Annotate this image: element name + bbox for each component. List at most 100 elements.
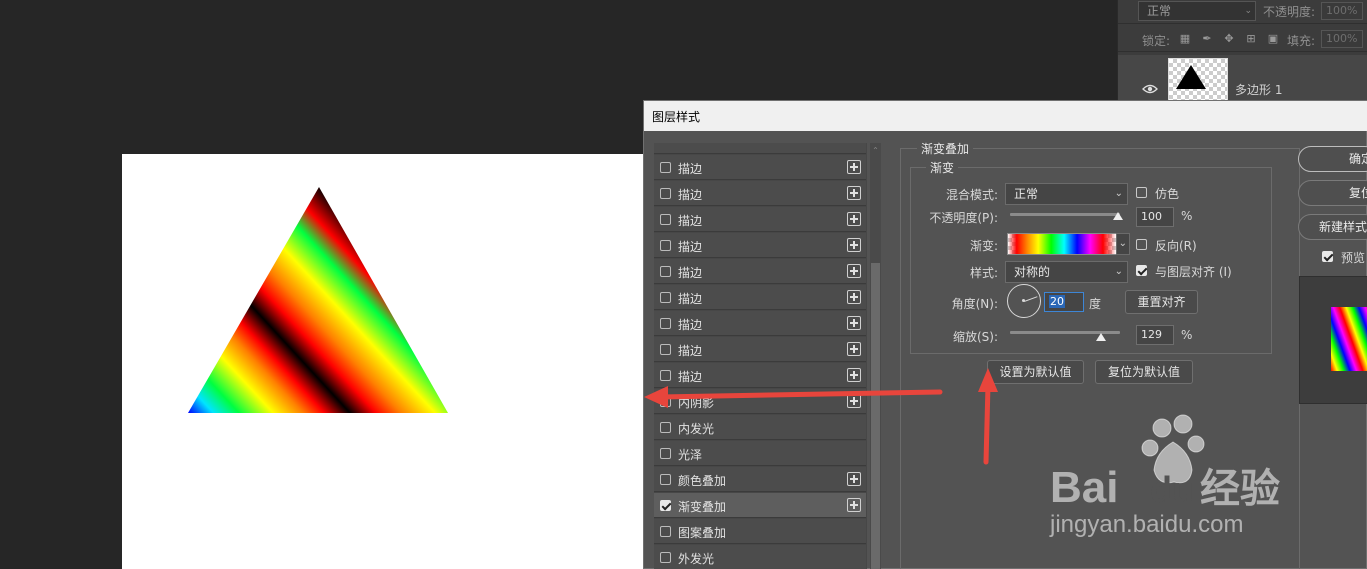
style-list-item[interactable]: 描边 — [654, 181, 866, 206]
angle-dial[interactable] — [1007, 284, 1041, 318]
chevron-down-icon: ⌄ — [1114, 188, 1123, 199]
style-list-item[interactable]: 描边 — [654, 363, 866, 388]
layer-name[interactable]: 多边形 1 — [1235, 81, 1282, 98]
opacity-input[interactable]: 100 — [1136, 207, 1174, 227]
blend-mode-select[interactable]: 正常 ⌄ — [1005, 183, 1128, 205]
ok-button[interactable]: 确定 — [1298, 146, 1367, 172]
angle-label: 角度(N): — [951, 297, 998, 311]
style-list-item-label: 描边 — [678, 292, 703, 306]
opacity-slider-thumb[interactable] — [1113, 212, 1123, 220]
add-effect-plus-icon[interactable] — [847, 186, 861, 200]
style-list-item[interactable]: 外发光 — [654, 545, 866, 569]
gradient-style-value: 对称的 — [1014, 265, 1051, 279]
opacity-slider-track[interactable] — [1010, 213, 1120, 216]
add-effect-plus-icon[interactable] — [847, 264, 861, 278]
lock-all-icon[interactable]: ▣ — [1266, 32, 1280, 46]
style-list-item-label: 描边 — [678, 162, 703, 176]
style-list-item-label: 渐变叠加 — [678, 500, 727, 514]
eye-icon[interactable] — [1142, 84, 1158, 94]
reset-button[interactable]: 复位 — [1298, 180, 1367, 206]
style-list-item[interactable]: 描边 — [654, 207, 866, 232]
scale-input[interactable]: 129 — [1136, 325, 1174, 345]
add-effect-plus-icon[interactable] — [847, 368, 861, 382]
style-enable-checkbox[interactable] — [660, 552, 671, 563]
gradient-triangle-shape — [188, 187, 448, 413]
style-enable-checkbox[interactable] — [660, 162, 671, 173]
style-enable-checkbox[interactable] — [660, 474, 671, 485]
layers-blend-mode-select[interactable]: 正常 ⌄ — [1138, 1, 1256, 21]
add-effect-plus-icon[interactable] — [847, 342, 861, 356]
add-effect-plus-icon[interactable] — [847, 394, 861, 408]
preview-checkbox[interactable] — [1322, 251, 1333, 262]
lock-artboard-icon[interactable]: ⊞ — [1244, 32, 1258, 46]
dither-checkbox[interactable] — [1136, 187, 1147, 198]
style-list-item-partial[interactable] — [654, 143, 866, 154]
gradient-label: 渐变: — [969, 239, 998, 253]
scale-percent: % — [1181, 328, 1193, 342]
style-list-item[interactable]: 内发光 — [654, 415, 866, 440]
style-enable-checkbox[interactable] — [660, 292, 671, 303]
style-enable-checkbox[interactable] — [660, 318, 671, 329]
make-default-button[interactable]: 设置为默认值 — [987, 360, 1084, 384]
add-effect-plus-icon[interactable] — [847, 316, 861, 330]
style-enable-checkbox[interactable] — [660, 448, 671, 459]
layers-opacity-label: 不透明度: — [1263, 5, 1316, 19]
angle-dial-center — [1022, 299, 1025, 302]
style-enable-checkbox[interactable] — [660, 214, 671, 225]
new-style-button[interactable]: 新建样式... — [1298, 214, 1367, 240]
reverse-checkbox[interactable] — [1136, 239, 1147, 250]
style-list-item[interactable]: 内阴影 — [654, 389, 866, 414]
lock-position-icon[interactable]: ✥ — [1222, 32, 1236, 46]
fill-input[interactable]: 100% — [1321, 30, 1363, 48]
angle-value: 20 — [1049, 295, 1065, 308]
gradient-picker-swatch[interactable] — [1007, 233, 1117, 255]
layer-thumbnail[interactable] — [1168, 58, 1228, 104]
gradient-group-title: 渐变 — [926, 159, 959, 176]
style-enable-checkbox[interactable] — [660, 188, 671, 199]
style-list-item[interactable]: 光泽 — [654, 441, 866, 466]
style-list-item[interactable]: 描边 — [654, 337, 866, 362]
add-effect-plus-icon[interactable] — [847, 290, 861, 304]
style-list: 描边 描边 描边 描边 描边 描边 描边 描边 描边 内阴影 内发光 光泽 颜色叠加 渐变叠加 图案叠加 外发… — [654, 143, 867, 569]
add-effect-plus-icon[interactable] — [847, 498, 861, 512]
style-list-item[interactable]: 图案叠加 — [654, 519, 866, 544]
style-list-item[interactable]: 描边 — [654, 311, 866, 336]
add-effect-plus-icon[interactable] — [847, 472, 861, 486]
style-enable-checkbox[interactable] — [660, 526, 671, 537]
style-list-item[interactable]: 描边 — [654, 233, 866, 258]
style-list-item[interactable]: 渐变叠加 — [654, 493, 866, 518]
style-list-item[interactable]: 描边 — [654, 155, 866, 180]
lock-image-pixels-icon[interactable]: ✒ — [1200, 32, 1214, 46]
style-enable-checkbox[interactable] — [660, 396, 671, 407]
scale-slider-thumb[interactable] — [1096, 333, 1106, 341]
style-list-scrollbar[interactable]: ⌃ — [870, 143, 881, 569]
style-enable-checkbox[interactable] — [660, 266, 671, 277]
style-list-item[interactable]: 颜色叠加 — [654, 467, 866, 492]
opacity-percent: % — [1181, 209, 1193, 223]
add-effect-plus-icon[interactable] — [847, 160, 861, 174]
style-list-item[interactable]: 描边 — [654, 285, 866, 310]
style-enable-checkbox[interactable] — [660, 370, 671, 381]
scrollbar-thumb[interactable] — [871, 263, 880, 569]
angle-input[interactable]: 20 — [1044, 292, 1084, 312]
style-list-item-label: 描边 — [678, 266, 703, 280]
align-with-layer-checkbox[interactable] — [1136, 265, 1147, 276]
add-effect-plus-icon[interactable] — [847, 212, 861, 226]
reset-to-default-button[interactable]: 复位为默认值 — [1095, 360, 1193, 384]
blend-mode-value: 正常 — [1014, 187, 1039, 201]
reset-alignment-button[interactable]: 重置对齐 — [1125, 290, 1198, 314]
style-enable-checkbox[interactable] — [660, 422, 671, 433]
style-enable-checkbox[interactable] — [660, 344, 671, 355]
add-effect-plus-icon[interactable] — [847, 238, 861, 252]
style-label: 样式: — [969, 266, 998, 280]
lock-transparent-pixels-icon[interactable]: ▦ — [1178, 32, 1192, 46]
style-list-item[interactable]: 描边 — [654, 259, 866, 284]
gradient-dropdown[interactable]: ⌄ — [1116, 233, 1130, 255]
style-enable-checkbox[interactable] — [660, 240, 671, 251]
style-enable-checkbox[interactable] — [660, 500, 671, 511]
preview-label: 预览 — [1341, 251, 1366, 265]
scroll-up-icon[interactable]: ⌃ — [870, 147, 881, 155]
dialog-titlebar[interactable]: 图层样式 — [644, 101, 1367, 131]
layers-opacity-input[interactable]: 100% — [1321, 2, 1363, 20]
gradient-style-select[interactable]: 对称的 ⌄ — [1005, 261, 1128, 283]
